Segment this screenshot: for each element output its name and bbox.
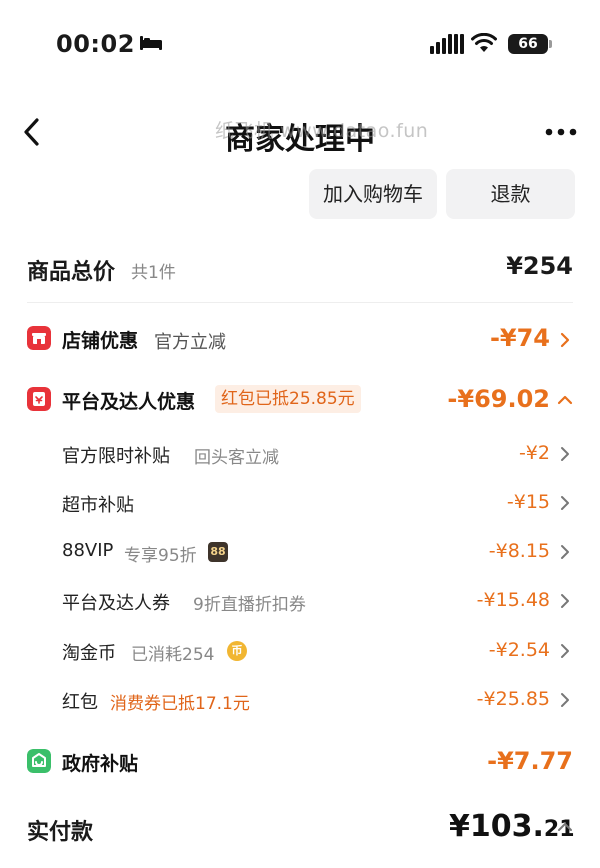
add-to-cart-button[interactable]: 加入购物车 <box>309 169 437 219</box>
chevron-right-icon <box>561 693 569 707</box>
more-options-icon[interactable] <box>544 126 578 138</box>
total-price-label: 商品总价 <box>27 260 116 285</box>
subsidy-item-value: -¥25.85 <box>476 688 550 710</box>
platform-discount-label: 平台及达人优惠 <box>62 391 196 413</box>
total-price-value: ¥254 <box>506 252 573 280</box>
subsidy-item-label: 红包 <box>62 692 98 713</box>
88vip-badge-icon: 88 <box>208 542 228 562</box>
platform-discount-row[interactable]: 平台及达人优惠 红包已抵25.85元 -¥69.02 <box>0 380 600 420</box>
list-item[interactable]: 红包 消费券已抵17.1元 -¥25.85 <box>0 684 600 716</box>
store-icon <box>27 326 51 350</box>
gov-subsidy-value: -¥7.77 <box>487 747 573 775</box>
subsidy-item-label: 超市补贴 <box>62 495 134 516</box>
chevron-right-icon <box>561 447 569 461</box>
chevron-right-icon <box>561 644 569 658</box>
status-bar: 00:02 66 <box>0 0 600 90</box>
nav-bar: 商家处理中 纸飞机 www.datao.fun <box>0 100 600 164</box>
store-discount-row[interactable]: 店铺优惠 官方立减 -¥74 <box>0 320 600 360</box>
battery-cap <box>549 40 552 48</box>
sleep-mode-icon <box>140 36 162 50</box>
cellular-signal-icon <box>430 34 464 54</box>
subsidy-item-label: 平台及达人券 <box>62 593 170 614</box>
taojinbi-coin-icon: 币 <box>227 641 247 661</box>
gov-subsidy-row: 政府补贴 -¥7.77 <box>0 742 600 782</box>
subsidy-item-note: 专享95折 <box>124 546 197 566</box>
subsidy-item-note: 已消耗254 <box>131 645 215 665</box>
subsidy-item-label: 官方限时补贴 <box>62 446 170 467</box>
store-discount-value: -¥74 <box>489 324 550 352</box>
store-discount-sub: 官方立减 <box>154 332 226 353</box>
refund-button[interactable]: 退款 <box>446 169 575 219</box>
subsidy-item-value: -¥15.48 <box>476 589 550 611</box>
battery-indicator: 66 <box>508 34 548 54</box>
subsidy-item-note: 回头客立减 <box>194 448 279 468</box>
subsidy-item-note: 消费券已抵17.1元 <box>110 694 250 714</box>
subsidy-item-value: -¥2 <box>518 442 550 464</box>
subsidy-item-label: 88VIP <box>62 540 114 561</box>
chevron-up-icon <box>557 395 573 405</box>
list-item[interactable]: 淘金币 已消耗254 币 -¥2.54 <box>0 635 600 667</box>
chevron-right-icon <box>560 332 570 348</box>
chevron-up-icon[interactable] <box>556 820 574 834</box>
list-item[interactable]: 88VIP 专享95折 88 -¥8.15 <box>0 536 600 568</box>
gov-subsidy-label: 政府补贴 <box>62 753 139 775</box>
chevron-right-icon <box>561 545 569 559</box>
watermark: 纸飞机 www.datao.fun <box>215 120 429 142</box>
item-count: 共1件 <box>131 263 176 283</box>
subsidy-item-value: -¥2.54 <box>488 639 550 661</box>
redpacket-tag: 红包已抵25.85元 <box>215 385 361 413</box>
wifi-icon <box>471 33 497 52</box>
paid-amount-main: ¥103. <box>449 809 544 844</box>
chevron-right-icon <box>561 594 569 608</box>
subsidy-item-value: -¥15 <box>506 491 550 513</box>
status-time: 00:02 <box>56 30 135 58</box>
chevron-right-icon <box>561 496 569 510</box>
list-item[interactable]: 平台及达人券 9折直播折扣券 -¥15.48 <box>0 585 600 617</box>
platform-discount-value: -¥69.02 <box>447 385 550 413</box>
list-item[interactable]: 官方限时补贴 回头客立减 -¥2 <box>0 438 600 470</box>
store-discount-label: 店铺优惠 <box>62 330 139 352</box>
gov-subsidy-icon <box>27 749 51 773</box>
subsidy-item-value: -¥8.15 <box>488 540 550 562</box>
paid-amount-label: 实付款 <box>27 820 94 845</box>
subsidy-item-label: 淘金币 <box>62 643 116 664</box>
divider <box>27 302 573 303</box>
list-item[interactable]: 超市补贴 -¥15 <box>0 487 600 519</box>
coupon-icon <box>27 387 51 411</box>
subsidy-item-note: 9折直播折扣券 <box>193 595 306 615</box>
